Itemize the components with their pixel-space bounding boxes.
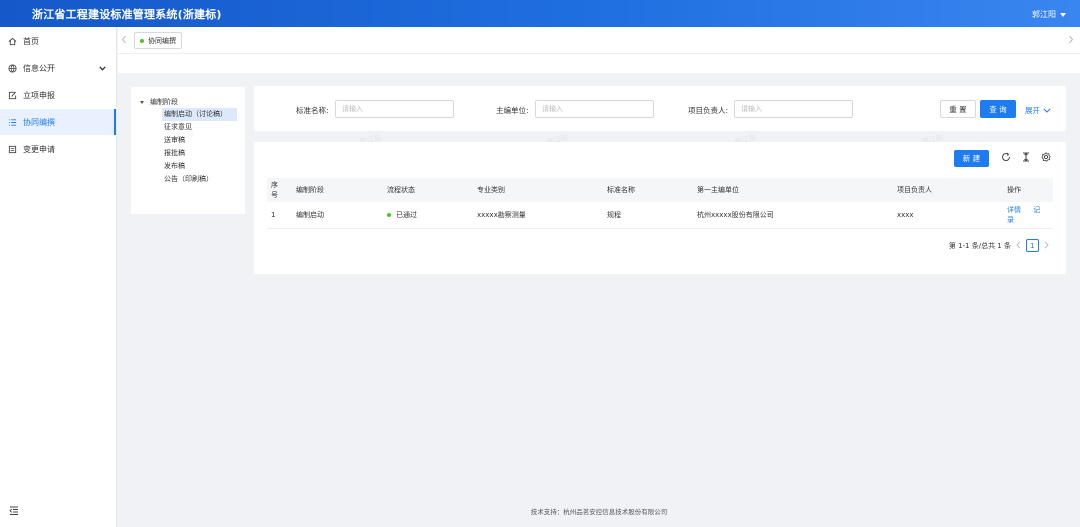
table-row[interactable]: 1 编制启动 已通过 xxxxx勘察测量 规程 杭州xxxxx股份有限公司 xx… [267, 202, 1053, 229]
sidebar-item-label: 变更申请 [23, 144, 55, 154]
column-header: 流程状态 [387, 186, 415, 194]
stage-tree: 编制阶段 编制启动（讨论稿） 征求意见 送审稿 报批稿 发布稿 公告（印刷稿） [131, 87, 245, 214]
cell-actions: 详情 记录 [994, 205, 1053, 225]
tab-bar: 协同编撰 [118, 27, 1080, 54]
column-header: 编制阶段 [296, 186, 324, 194]
chief-unit-input[interactable] [535, 100, 654, 118]
refresh-icon[interactable] [1001, 152, 1011, 164]
content-header-band [118, 54, 1080, 73]
gear-icon[interactable] [1041, 152, 1051, 164]
user-name: 郭江阳 [1032, 10, 1056, 19]
reset-button[interactable]: 重 置 [940, 100, 976, 118]
expand-toggle[interactable]: 展开 [1025, 105, 1051, 116]
tab-label: 协同编撰 [148, 36, 176, 45]
column-header: 标准名称 [607, 186, 635, 194]
caret-down-icon [140, 100, 144, 104]
app-title: 浙江省工程建设标准管理系统(浙建标) [32, 8, 222, 21]
tree-node[interactable]: 征求意见 [162, 121, 237, 134]
column-header: 操作 [1007, 186, 1021, 194]
user-menu[interactable]: 郭江阳 [1032, 9, 1066, 20]
tree-node[interactable]: 发布稿 [162, 160, 237, 173]
query-button[interactable]: 查 询 [980, 100, 1016, 118]
chevron-down-icon [1043, 106, 1051, 115]
tree-node[interactable]: 报批稿 [162, 147, 237, 160]
chief-unit-label: 主编单位: [496, 106, 529, 115]
list-icon [8, 118, 17, 127]
sidebar-item-label: 立项申报 [23, 90, 55, 100]
project-lead-input[interactable] [734, 100, 853, 118]
page-1-button[interactable]: 1 [1026, 239, 1039, 252]
globe-icon [8, 63, 17, 73]
standard-name-label: 标准名称: [296, 106, 329, 115]
sidebar-item-label: 首页 [23, 36, 39, 46]
sidebar-item-label: 信息公开 [23, 63, 55, 73]
status-dot-icon [387, 213, 391, 217]
chevron-left-icon[interactable] [121, 35, 127, 46]
tab-collab-edit[interactable]: 协同编撰 [134, 32, 182, 49]
column-header: 专业类别 [477, 186, 505, 194]
standard-name-input[interactable] [335, 100, 454, 118]
next-page-icon[interactable] [1044, 240, 1049, 251]
top-header: 浙江省工程建设标准管理系统(浙建标) 郭江阳 [0, 0, 1080, 27]
data-table: 序号 编制阶段 流程状态 专业类别 标准名称 第一主编单位 项目负责人 操作 1… [267, 178, 1053, 229]
sidebar-item-change-request[interactable]: 变更申请 [0, 136, 116, 162]
cell-status: 已通过 [374, 210, 464, 220]
cell-standard-name: 规程 [607, 211, 621, 219]
column-header: 序号 [271, 181, 278, 199]
home-icon [8, 37, 17, 46]
sidebar-item-collab-edit[interactable]: 协同编撰 [0, 109, 116, 135]
chevron-right-icon[interactable] [1068, 35, 1074, 46]
sidebar-item-home[interactable]: 首页 [0, 28, 116, 54]
search-panel: 标准名称: 主编单位: 项目负责人: 重 置 查 询 展开 [254, 86, 1066, 131]
column-header: 第一主编单位 [697, 186, 739, 194]
cell-chief-unit: 杭州xxxxx股份有限公司 [697, 211, 774, 219]
pagination: 第 1-1 条/总共 1 条 1 [949, 239, 1049, 252]
column-height-icon[interactable] [1021, 152, 1031, 164]
project-lead-label: 项目负责人: [688, 106, 729, 115]
edit-icon [8, 91, 17, 100]
result-panel: 新 建 序号 编制阶段 流程状态 专业类别 标准名称 第一主编单位 项目负责人 … [254, 142, 1066, 274]
cell-index: 1 [271, 211, 276, 219]
tree-node[interactable]: 送审稿 [162, 134, 237, 147]
active-dot-icon [140, 38, 144, 43]
cell-category: xxxxx勘察测量 [477, 211, 526, 219]
tree-node[interactable]: 编制启动（讨论稿） [162, 108, 237, 121]
sidebar-item-info-public[interactable]: 信息公开 [0, 55, 116, 81]
chevron-down-icon [99, 64, 106, 73]
sidebar-item-label: 协同编撰 [23, 117, 55, 127]
menu-collapse-icon[interactable] [9, 506, 19, 517]
sidebar: 首页 信息公开 立项申报 协同编撰 变更申请 [0, 27, 117, 527]
cell-stage: 编制启动 [296, 211, 324, 219]
detail-link[interactable]: 详情 [1007, 206, 1021, 214]
table-header: 序号 编制阶段 流程状态 专业类别 标准名称 第一主编单位 项目负责人 操作 [267, 178, 1053, 202]
tree-root[interactable]: 编制阶段 [131, 96, 245, 108]
pagination-summary: 第 1-1 条/总共 1 条 [948, 241, 1011, 250]
tree-node[interactable]: 公告（印刷稿） [162, 173, 237, 186]
prev-page-icon[interactable] [1016, 240, 1021, 251]
caret-down-icon [1060, 12, 1066, 17]
cell-project-lead: xxxx [897, 211, 914, 219]
column-header: 项目负责人 [897, 186, 932, 194]
footer-text: 技术支持：杭州品茗安控信息技术股份有限公司 [530, 508, 668, 516]
new-button[interactable]: 新 建 [954, 150, 989, 167]
document-icon [8, 145, 17, 154]
sidebar-item-project-apply[interactable]: 立项申报 [0, 82, 116, 108]
